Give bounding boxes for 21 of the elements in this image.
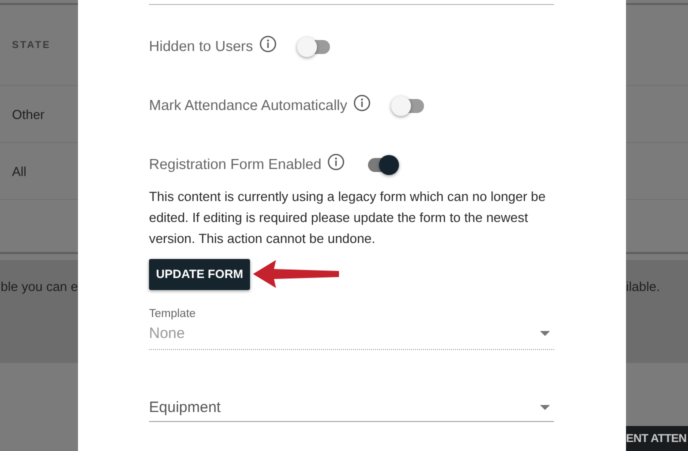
field-label: Template: [149, 307, 197, 322]
notice-text: ilable.: [626, 279, 660, 294]
dropdown-caret-icon: [540, 404, 550, 410]
info-icon[interactable]: [258, 35, 277, 53]
dropdown-caret-icon: [540, 330, 550, 336]
legacy-notice: This content is currently using a legacy form which can no longer be edited. If editing is required please update the form to the newest version. This action cannot be undone.: [149, 188, 547, 248]
toggle-label: Hidden to Users: [149, 39, 253, 55]
arrow-icon: [252, 258, 340, 290]
table-cell-text: All: [11, 164, 26, 178]
select-field[interactable]: Equipment: [149, 396, 554, 422]
toggle-label: Mark Attendance Automatically: [149, 98, 348, 114]
notice-text: ble you can e: [0, 279, 78, 294]
toggle-label: Registration Form Enabled: [149, 157, 322, 173]
toggle-switch[interactable]: [391, 96, 426, 116]
update-form-button[interactable]: UPDATE FORM: [149, 258, 250, 290]
attendance-button[interactable]: ENT ATTEN: [626, 426, 688, 451]
column-header: STATE: [11, 40, 51, 50]
table-cell-text: Other: [11, 106, 45, 122]
info-icon[interactable]: [327, 153, 346, 171]
toggle-switch[interactable]: [296, 37, 331, 57]
info-icon[interactable]: [353, 94, 372, 112]
